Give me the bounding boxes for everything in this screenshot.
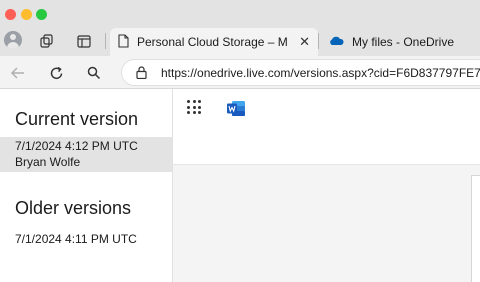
url-text[interactable]: https://onedrive.live.com/versions.aspx?… bbox=[161, 66, 480, 80]
tab-title: Personal Cloud Storage – Microsoft bbox=[137, 35, 287, 49]
tab-title: My files - OneDrive bbox=[352, 35, 455, 49]
versions-pane: Current version 7/1/2024 4:12 PM UTC Bry… bbox=[0, 89, 172, 282]
app-launcher-icon[interactable] bbox=[187, 100, 201, 114]
page-icon bbox=[118, 33, 129, 51]
maximize-window-button[interactable] bbox=[36, 9, 47, 20]
tab-divider bbox=[318, 33, 319, 49]
browser-tab-strip: Personal Cloud Storage – Microsoft ✕ My … bbox=[0, 0, 480, 56]
browser-toolbar: https://onedrive.live.com/versions.aspx?… bbox=[0, 56, 480, 89]
address-bar[interactable]: https://onedrive.live.com/versions.aspx?… bbox=[121, 59, 480, 86]
tab-my-files-onedrive[interactable]: My files - OneDrive bbox=[320, 28, 480, 56]
back-icon[interactable] bbox=[7, 62, 29, 84]
document-preview-pane bbox=[172, 89, 480, 282]
avatar-icon[interactable] bbox=[4, 31, 22, 49]
tab-personal-cloud-storage[interactable]: Personal Cloud Storage – Microsoft ✕ bbox=[110, 28, 318, 56]
word-icon[interactable] bbox=[227, 100, 246, 117]
tab-divider bbox=[105, 33, 106, 49]
refresh-icon[interactable] bbox=[45, 62, 67, 84]
workspaces-icon[interactable] bbox=[39, 33, 55, 49]
document-page bbox=[471, 175, 480, 282]
current-version-item[interactable]: 7/1/2024 4:12 PM UTC Bryan Wolfe bbox=[0, 137, 172, 172]
older-version-item[interactable]: 7/1/2024 4:11 PM UTC bbox=[15, 232, 137, 246]
current-version-author: Bryan Wolfe bbox=[15, 155, 81, 169]
search-icon[interactable] bbox=[83, 62, 105, 84]
onedrive-cloud-icon bbox=[328, 35, 344, 49]
minimize-window-button[interactable] bbox=[21, 9, 32, 20]
close-tab-icon[interactable]: ✕ bbox=[299, 34, 310, 50]
lock-icon[interactable] bbox=[136, 66, 147, 84]
current-version-heading: Current version bbox=[15, 109, 139, 129]
tab-actions-icon[interactable] bbox=[76, 33, 92, 49]
word-app-header bbox=[173, 89, 480, 165]
older-versions-heading: Older versions bbox=[15, 198, 132, 218]
close-window-button[interactable] bbox=[5, 9, 16, 20]
current-version-date: 7/1/2024 4:12 PM UTC bbox=[15, 139, 138, 153]
